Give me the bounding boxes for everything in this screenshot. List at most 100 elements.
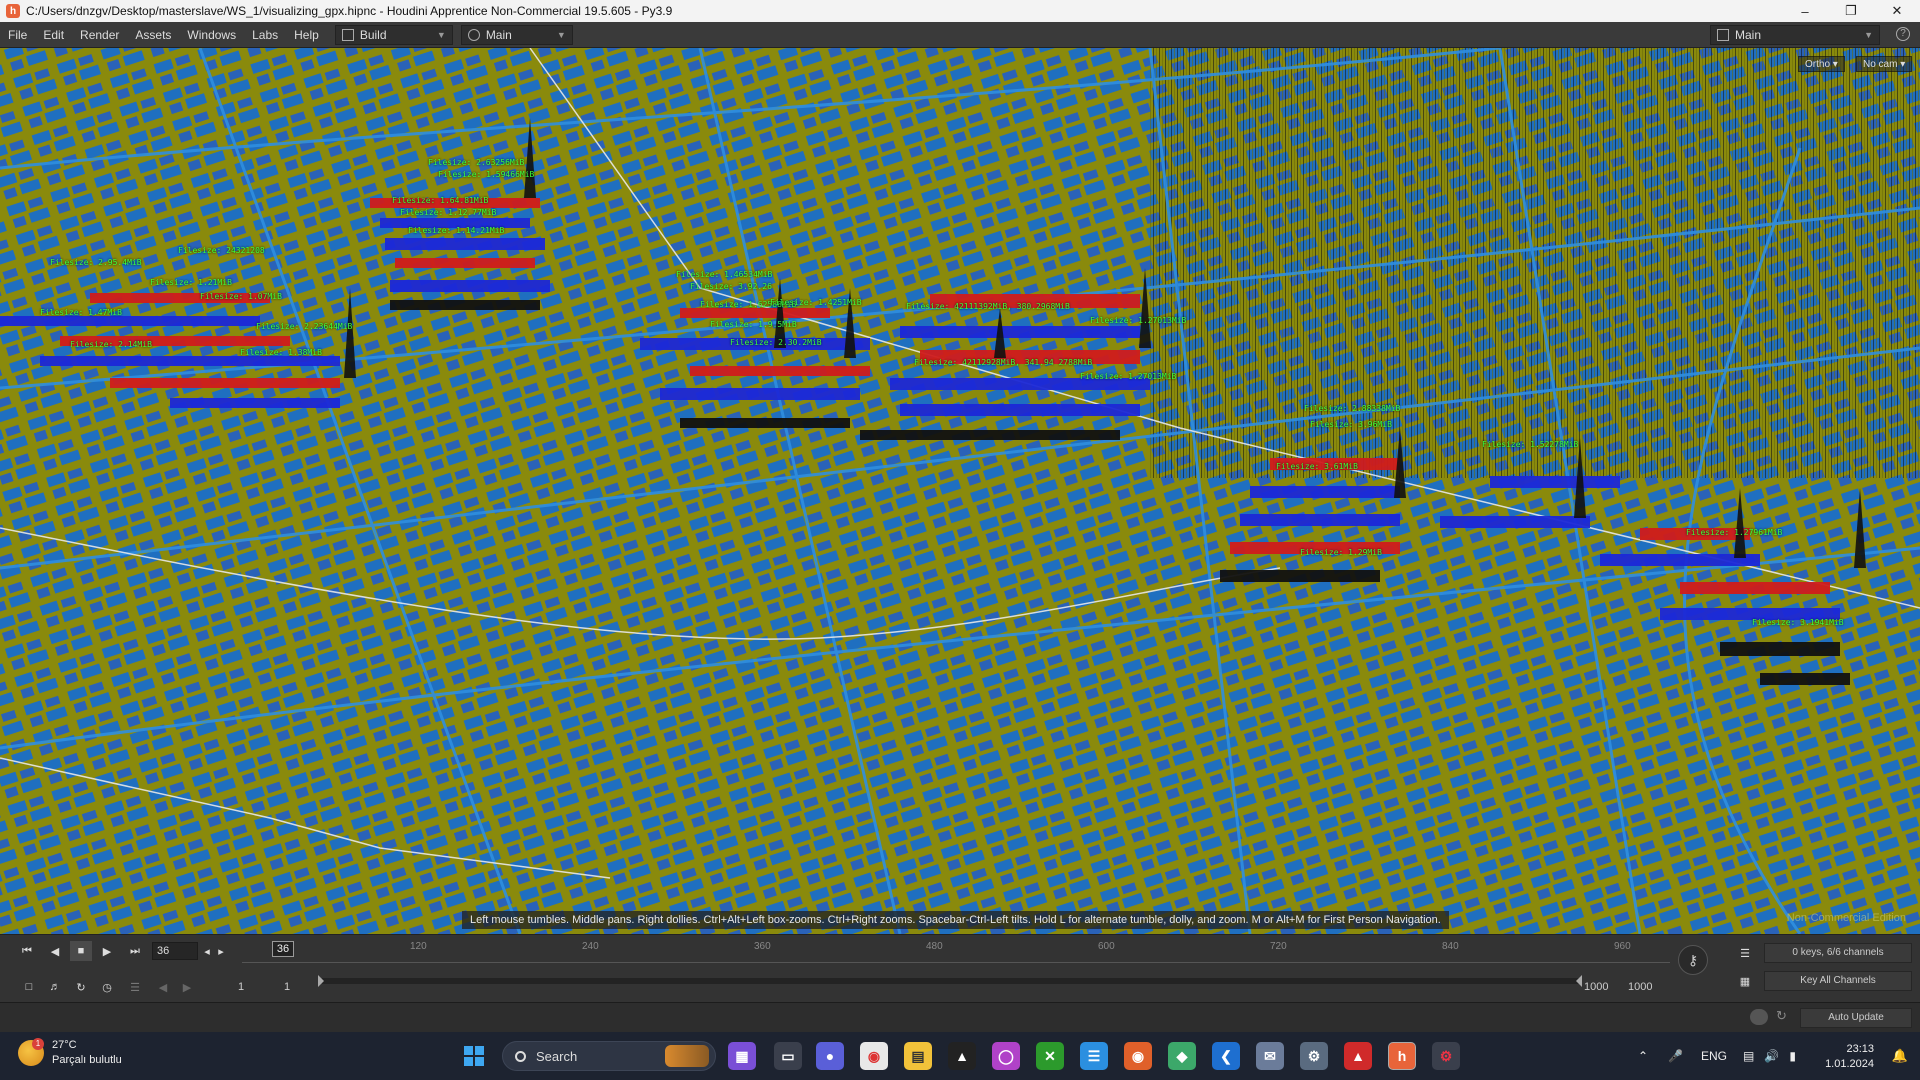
houdini-launcher-icon[interactable]: ⚙ [1432,1042,1460,1070]
shelf-set-label: Build [359,27,387,42]
realtime-toggle-icon[interactable]: □ [18,977,40,997]
view-ortho-menu[interactable]: Ortho ▾ [1798,56,1845,72]
blender-icon[interactable]: ◉ [1124,1042,1152,1070]
global-animation-icon[interactable]: ☰ [124,977,146,997]
menu-labs[interactable]: Labs [244,28,286,42]
camera-menu[interactable]: No cam ▾ [1856,56,1913,72]
menu-windows[interactable]: Windows [179,28,244,42]
language-indicator[interactable]: ENG [1701,1049,1727,1063]
jump-start-icon[interactable]: ⏮ [16,941,38,961]
close-icon[interactable]: ✕ [1874,0,1920,22]
filesize-label: Filesize: 42111392MiB, 380.2968MiB [906,302,1070,311]
jump-end-icon[interactable]: ⏭ [124,941,146,961]
notification-bell-icon[interactable]: 🔔 [1892,1048,1908,1064]
dopesheet-icon[interactable]: ▦ [1734,971,1756,991]
weather-widget[interactable]: 1 27°C Parçalı bulutlu [18,1038,122,1068]
houdini-taskbar-icon[interactable]: h [1388,1042,1416,1070]
scene-viewport[interactable]: Filesize: 2.63256MiB Filesize: 1.59466MiB… [0,48,1920,934]
playhead[interactable]: 36 [272,941,294,957]
keys-channels-info[interactable]: 0 keys, 6/6 channels [1764,943,1912,963]
restore-icon[interactable]: ❐ [1828,0,1874,22]
timeline-ruler[interactable]: 120 240 360 480 600 720 840 960 36 [242,939,1670,963]
help-icon[interactable]: ? [1896,27,1910,41]
filesize-label: Filesize: 1.21MiB [150,278,232,287]
range-end[interactable]: 1000 [1628,981,1652,993]
microphone-icon[interactable]: 🎤 [1668,1049,1683,1063]
range-handle-end[interactable] [1576,975,1582,987]
chrome-icon[interactable]: ◉ [860,1042,888,1070]
range-start[interactable]: 1 [238,981,244,993]
clock[interactable]: 23:13 1.01.2024 [1825,1042,1874,1072]
step-back-icon[interactable]: ◂ [200,941,214,961]
settings-icon[interactable]: ⚙ [1300,1042,1328,1070]
xbox-icon[interactable]: ✕ [1036,1042,1064,1070]
key-icon[interactable]: ⚷ [1678,945,1708,975]
chat-bubble-icon[interactable] [1750,1009,1768,1025]
menu-render[interactable]: Render [72,28,127,42]
channel-list-icon[interactable]: ☰ [1734,943,1756,963]
tick-label: 120 [410,941,427,952]
range-slider[interactable] [318,975,1582,987]
key-all-channels-button[interactable]: Key All Channels [1764,971,1912,991]
play-reverse-icon[interactable]: ◀ [44,941,66,961]
app-icon-green[interactable]: ◆ [1168,1042,1196,1070]
filesize-label: Filesize: 1.29MiB [1300,548,1382,557]
range-handle-start[interactable] [318,975,324,987]
city-scene [0,48,1920,934]
menu-bar: File Edit Render Assets Windows Labs Hel… [0,22,1920,48]
task-view-icon[interactable]: ▭ [774,1042,802,1070]
step-forward-icon[interactable]: ▸ [214,941,228,961]
windows-start-icon[interactable] [460,1042,488,1070]
play-icon[interactable]: ▶ [96,941,118,961]
weather-badge: 1 [32,1038,44,1050]
menu-assets[interactable]: Assets [127,28,179,42]
key-next-icon[interactable]: ▶ [176,977,198,997]
refresh-icon[interactable]: ↻ [1776,1008,1787,1024]
range-end-sub[interactable]: 1000 [1584,981,1608,993]
camera-label: No cam [1863,59,1898,70]
filesize-label: Filesize: 1.14.21MiB [408,226,505,235]
range-start-sub[interactable]: 1 [284,981,290,993]
current-frame-field[interactable]: 36 [152,942,198,960]
filesize-label: Filesize: 1.27961MiB [1686,528,1783,537]
stop-icon[interactable]: ■ [70,941,92,961]
filesize-label: Filesize: 1.07MiB [200,292,282,301]
audio-icon[interactable]: ♬ [44,977,66,997]
menu-file[interactable]: File [0,28,35,42]
pdf-icon[interactable]: ▲ [1344,1042,1372,1070]
desktop-select[interactable]: Main ▼ [460,24,573,45]
shelf-set-select[interactable]: Build ▼ [334,24,453,45]
clock-time: 23:13 [1846,1043,1874,1055]
file-explorer-icon[interactable]: ▤ [904,1042,932,1070]
filesize-label: Filesize: 2.30.2MiB [730,338,822,347]
tray-overflow-icon[interactable]: ⌃ [1638,1049,1648,1063]
app-icon-purple[interactable]: ◯ [992,1042,1020,1070]
filesize-label: Filesize: 3.96MiB [1310,420,1392,429]
minimize-icon[interactable]: – [1782,0,1828,22]
filesize-label: Filesize: 3.92.26 [690,282,772,291]
notepad-icon[interactable]: ☰ [1080,1042,1108,1070]
key-prev-icon[interactable]: ◀ [152,977,174,997]
clock-date: 1.01.2024 [1825,1058,1874,1070]
vscode-icon[interactable]: ❮ [1212,1042,1240,1070]
widgets-icon[interactable]: ▦ [728,1042,756,1070]
inkscape-icon[interactable]: ▲ [948,1042,976,1070]
menu-help[interactable]: Help [286,28,327,42]
volume-icon[interactable]: 🔊 [1764,1049,1779,1063]
loop-icon[interactable]: ↻ [70,977,92,997]
filesize-label: Filesize: 2.23644MiB [256,322,353,331]
battery-icon[interactable]: ▮ [1789,1049,1796,1063]
clock-icon[interactable]: ◷ [96,977,118,997]
taskbar-search[interactable]: Search [502,1041,716,1071]
right-desktop-select[interactable]: Main ▼ [1710,25,1880,45]
mail-icon[interactable]: ✉ [1256,1042,1284,1070]
filesize-label: Filesize: 3.61MiB [1276,462,1358,471]
teams-icon[interactable]: ● [816,1042,844,1070]
network-icon[interactable]: ▤ [1743,1049,1754,1063]
viewport-hint: Left mouse tumbles. Middle pans. Right d… [462,911,1449,929]
auto-update-button[interactable]: Auto Update [1800,1008,1912,1028]
filesize-label: Filesize: 1.4251MiB [770,298,862,307]
menu-edit[interactable]: Edit [35,28,72,42]
filesize-label: Filesize: 1.47MiB [40,308,122,317]
tick-label: 840 [1442,941,1459,952]
